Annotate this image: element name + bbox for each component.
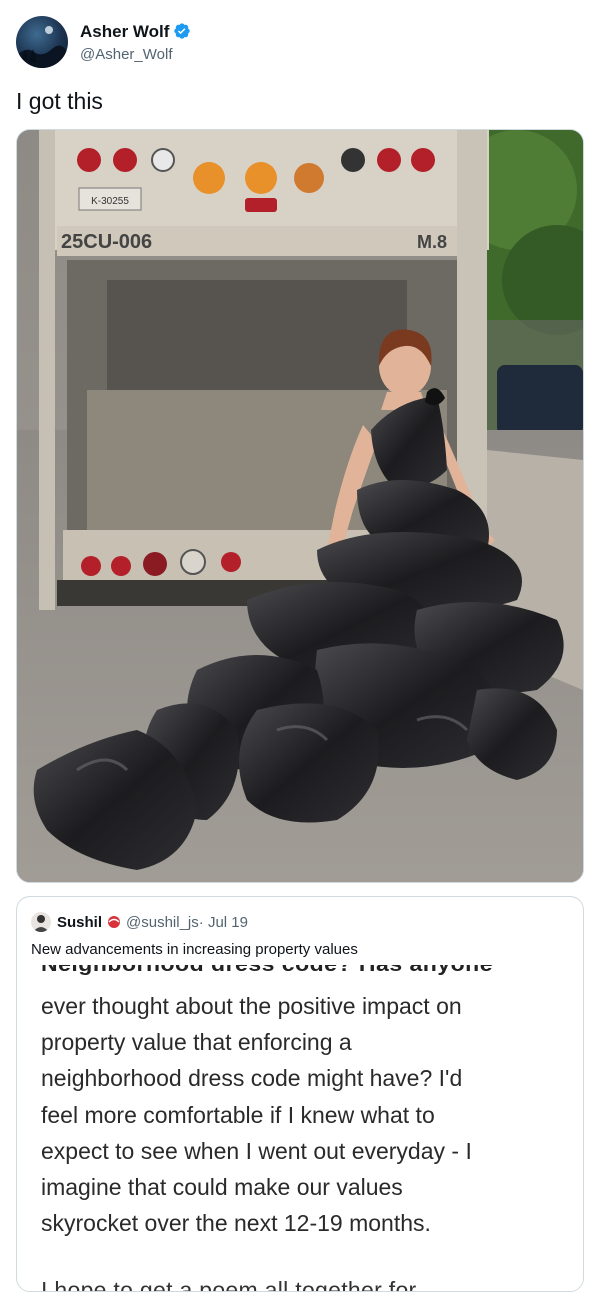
- screenshot-cut-top-line: Neighborhood dress code? Has anyone: [41, 965, 493, 977]
- tweet-text: I got this: [16, 88, 103, 114]
- screenshot-line: property value that enforcing a: [41, 1029, 352, 1056]
- quoted-author-name[interactable]: Sushil: [57, 914, 102, 931]
- author-name-row[interactable]: Asher Wolf: [80, 22, 191, 42]
- screenshot-body: ever thought about the positive impact o…: [41, 988, 571, 1241]
- tweet-header: Asher Wolf @Asher_Wolf: [16, 16, 576, 68]
- screenshot-line: skyrocket over the next 12-19 months.: [41, 1210, 431, 1237]
- quoted-tweet-text: New advancements in increasing property …: [31, 941, 358, 958]
- quoted-tweet-screenshot-image[interactable]: Neighborhood dress code? Has anyone ever…: [17, 965, 583, 1291]
- avatar[interactable]: [16, 16, 68, 68]
- quoted-author-avatar[interactable]: [31, 912, 51, 932]
- quoted-tweet[interactable]: Sushil @sushil_js · Jul 19 New advanceme…: [16, 896, 584, 1292]
- quoted-author-handle[interactable]: @sushil_js: [126, 914, 199, 931]
- screenshot-line: ever thought about the positive impact o…: [41, 993, 462, 1019]
- truck-number-text: 25CU-006: [61, 231, 152, 253]
- quoted-tweet-date[interactable]: · Jul 19: [199, 914, 248, 931]
- screenshot-line: expect to see when I went out everyday -…: [41, 1137, 472, 1164]
- emoji-icon: [106, 914, 122, 930]
- verified-badge-icon: [173, 22, 191, 40]
- quoted-tweet-header: Sushil @sushil_js · Jul 19: [31, 911, 248, 933]
- tweet-photo[interactable]: K-30255 25CU-006 M.8: [16, 129, 584, 883]
- author-name[interactable]: Asher Wolf: [80, 22, 169, 41]
- screenshot-line: feel more comfortable if I knew what to: [41, 1101, 435, 1128]
- author-handle[interactable]: @Asher_Wolf: [80, 46, 172, 63]
- plate-text: K-30255: [91, 196, 129, 207]
- screenshot-line: imagine that could make our values: [41, 1174, 403, 1201]
- screenshot-cut-bottom-line: I hope to get a poem all together for: [41, 1277, 417, 1291]
- screenshot-line: neighborhood dress code might have? I'd: [41, 1065, 463, 1092]
- truck-code-text: M.8: [417, 232, 447, 252]
